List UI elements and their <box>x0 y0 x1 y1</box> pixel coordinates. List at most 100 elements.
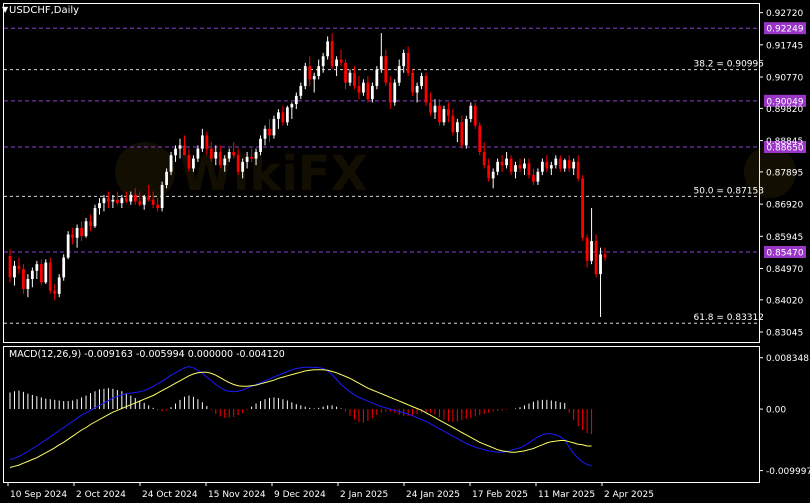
candle-body <box>227 151 231 159</box>
candle-body <box>263 128 267 139</box>
candle-body <box>66 234 70 258</box>
candle-body <box>563 160 567 169</box>
candle-body <box>549 165 553 169</box>
candle-body <box>464 118 468 146</box>
candle-body <box>402 52 406 67</box>
candle-body <box>415 85 419 93</box>
candle-body <box>174 148 177 156</box>
price-tick-label: 0.89820 <box>766 105 803 115</box>
candle-body <box>321 56 325 67</box>
candle-body <box>514 165 517 172</box>
candle-body <box>540 161 544 172</box>
candle-body <box>303 66 307 86</box>
time-tick-label: 11 Mar 2025 <box>538 490 595 500</box>
candle-body <box>35 264 39 271</box>
time-tick-label: 10 Sep 2024 <box>10 490 67 500</box>
candle-body <box>44 262 48 283</box>
candle-body <box>93 208 97 227</box>
price-tick-label: 0.84020 <box>766 296 803 306</box>
candle-body <box>308 66 312 80</box>
candle-body <box>429 102 432 113</box>
dropdown-triangle-icon[interactable]: ▼ <box>2 5 8 14</box>
fib-level-label: 61.8 = 0.83312 <box>693 313 764 323</box>
price-tick-label: 0.92720 <box>766 9 803 19</box>
candle-body <box>348 72 352 83</box>
candle-body <box>299 85 303 96</box>
candle-body <box>353 72 356 86</box>
candle-body <box>115 199 119 204</box>
candle-body <box>375 69 379 86</box>
time-tick-label: 15 Nov 2024 <box>208 490 266 500</box>
candle-body <box>406 52 410 73</box>
candle-body <box>339 59 343 63</box>
candle-body <box>165 171 168 185</box>
price-tick-label: 0.85945 <box>766 233 803 243</box>
candle-body <box>192 158 195 169</box>
candle-body <box>527 163 531 176</box>
candle-body <box>259 138 262 152</box>
chart-title: USDCHF,Daily <box>9 5 80 16</box>
candle-body <box>124 198 128 202</box>
candle-body <box>460 122 464 146</box>
candle-body <box>57 277 61 294</box>
candle-body <box>500 161 504 166</box>
fib-level-label: 38.2 = 0.90995 <box>693 60 764 70</box>
macd-indicator-label: MACD(12,26,9) -0.009163 -0.005994 0.0000… <box>9 349 285 360</box>
candle-body <box>312 76 316 80</box>
candle-body <box>107 198 110 202</box>
candle-body <box>187 155 191 169</box>
candle-body <box>13 265 16 278</box>
candle-body <box>277 112 280 119</box>
candle-body <box>22 269 25 289</box>
candle-body <box>71 234 75 238</box>
candle-body <box>62 257 66 278</box>
candle-body <box>39 264 43 283</box>
candle-body <box>218 151 222 166</box>
level-badge-text: 0.85470 <box>766 248 803 258</box>
candle-body <box>317 66 321 77</box>
candle-body <box>384 56 388 83</box>
level-badge-text: 0.92249 <box>766 25 803 35</box>
candle-body <box>572 161 576 169</box>
price-tick-label: 0.87895 <box>766 168 803 178</box>
candle-body <box>554 158 558 166</box>
candle-body <box>48 262 52 291</box>
candle-body <box>558 158 562 169</box>
candle-body <box>138 201 142 205</box>
candle-body <box>205 135 209 149</box>
candle-body <box>290 104 294 108</box>
chart-window[interactable]: WikiFX 0.922490.900490.886500.85470 38.2… <box>0 0 810 503</box>
candle-body <box>151 199 155 205</box>
candle-body <box>281 112 285 123</box>
candle-body <box>576 161 580 179</box>
candle-body <box>30 270 34 280</box>
candle-body <box>420 76 423 86</box>
candle-body <box>532 175 535 182</box>
price-tick-label: 0.90770 <box>766 74 803 84</box>
candle-body <box>357 85 361 93</box>
candle-body <box>245 156 249 162</box>
candle-body <box>370 85 374 100</box>
candle-body <box>411 72 415 93</box>
price-tick-label: 0.86920 <box>766 201 803 211</box>
candle-body <box>254 151 258 159</box>
candle-body <box>509 158 513 172</box>
macd-tick-label: 0.00 <box>766 406 786 416</box>
candle-body <box>366 82 370 100</box>
candle-body <box>590 241 593 261</box>
time-tick-label: 24 Jan 2025 <box>406 490 460 500</box>
time-tick-label: 2 Jan 2025 <box>340 490 388 500</box>
candle-body <box>335 59 338 67</box>
time-tick-label: 17 Feb 2025 <box>472 490 528 500</box>
candle-body <box>447 109 450 116</box>
time-tick-label: 24 Oct 2024 <box>142 490 198 500</box>
candle-body <box>268 128 271 136</box>
candle-body <box>330 41 334 67</box>
svg-text:WikiFX: WikiFX <box>180 146 368 202</box>
candle-body <box>545 161 549 169</box>
candle-body <box>393 82 397 103</box>
candle-body <box>120 198 124 204</box>
candle-body <box>169 155 173 172</box>
candle-body <box>473 105 477 126</box>
candle-body <box>53 290 57 294</box>
